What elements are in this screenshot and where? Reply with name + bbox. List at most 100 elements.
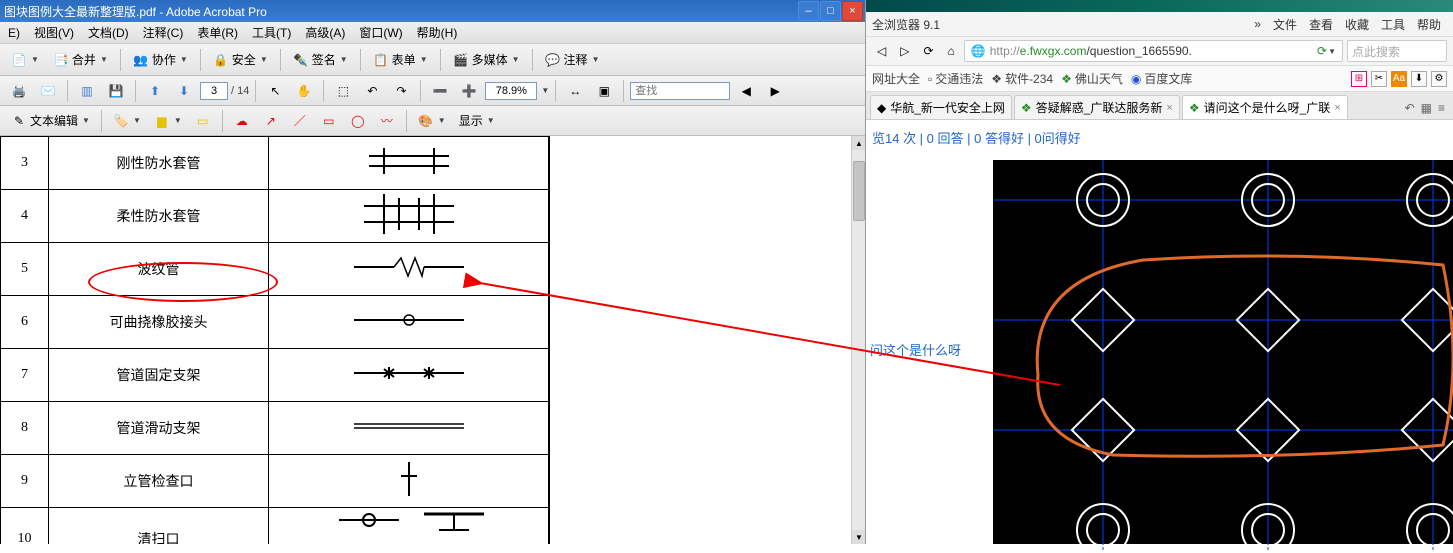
fit-width[interactable]: ↔ — [562, 80, 588, 102]
url-dropdown[interactable]: ▼ — [1328, 47, 1336, 56]
question-text: 问这个是什么呀 — [866, 340, 965, 359]
find-prev[interactable]: ◀ — [733, 80, 759, 102]
scroll-up-icon[interactable]: ▲ — [852, 136, 865, 150]
tabs-menu-icon[interactable]: ≡ — [1438, 101, 1445, 115]
page-up-button[interactable]: ⬆ — [142, 80, 168, 102]
stamp-icon: 🏷️ — [113, 113, 129, 129]
menu-comment[interactable]: 注释(C) — [139, 22, 188, 43]
address-bar[interactable]: 🌐 http://e.fwxgx.com/question_1665590. ⟳… — [964, 40, 1343, 62]
ext-down-icon[interactable]: ⬇ — [1411, 71, 1427, 87]
rotate-ccw[interactable]: ↶ — [359, 80, 385, 102]
zoom-out-button[interactable]: ➖ — [427, 80, 453, 102]
menu-help[interactable]: 帮助 — [1411, 16, 1447, 33]
collab-button[interactable]: 👥协作▼ — [128, 48, 193, 71]
multimedia-button[interactable]: 🎬多媒体▼ — [448, 48, 525, 71]
find-next[interactable]: ▶ — [762, 80, 788, 102]
menu-advanced[interactable]: 高级(A) — [301, 22, 349, 43]
fit-page[interactable]: ▣ — [591, 80, 617, 102]
note-button[interactable]: ▭ — [190, 110, 216, 132]
email-button[interactable]: ✉️ — [35, 80, 61, 102]
bookmark-item[interactable]: ❖软件-234 — [991, 70, 1053, 87]
tab[interactable]: ❖答疑解惑_广联达服务新× — [1014, 95, 1180, 119]
arrow-tool[interactable]: ↗ — [258, 110, 284, 132]
stamp-button[interactable]: 🏷️▼ — [108, 110, 146, 132]
menu-forms[interactable]: 表单(R) — [193, 22, 242, 43]
print-button[interactable]: 🖨️ — [6, 80, 32, 102]
toolbar-extras: ⊞ ✂ Aa ⬇ ⚙ — [1351, 71, 1447, 87]
bookmark-item[interactable]: 网址大全 — [872, 70, 920, 87]
create-button[interactable]: 📄▼ — [6, 49, 44, 71]
combine-button[interactable]: 📑合并▼ — [48, 48, 113, 71]
ext-cam-icon[interactable]: ✂ — [1371, 71, 1387, 87]
save-button[interactable]: 💾 — [103, 80, 129, 102]
tabs-grid-icon[interactable]: ▦ — [1421, 101, 1432, 115]
forward-button[interactable]: ▷ — [895, 41, 914, 61]
home-button[interactable]: ⌂ — [943, 41, 960, 61]
menu-document[interactable]: 文档(D) — [84, 22, 133, 43]
pencil-tool[interactable]: 〰 — [374, 110, 400, 132]
text-edit-button[interactable]: ✎文本编辑▼ — [6, 109, 95, 132]
maximize-button[interactable]: □ — [820, 1, 841, 21]
line-tool[interactable]: ／ — [287, 110, 313, 132]
show-button[interactable]: 显示▼ — [454, 109, 500, 132]
bookmark-item[interactable]: ◉百度文库 — [1131, 70, 1193, 87]
colorpicker-button[interactable]: 🎨▼ — [413, 110, 451, 132]
bookmark-item[interactable]: ❖佛山天气 — [1061, 70, 1123, 87]
zoom-dropdown[interactable]: ▼ — [541, 86, 549, 95]
ext-aa-icon[interactable]: Aa — [1391, 71, 1407, 87]
vertical-scrollbar[interactable]: ▲ ▼ — [851, 136, 865, 544]
plus-icon: 📄 — [11, 52, 27, 68]
highlight-button[interactable]: ▆▼ — [149, 110, 187, 132]
overflow-icon[interactable]: » — [1248, 17, 1267, 31]
close-tab-icon[interactable]: × — [1334, 102, 1340, 114]
menu-help[interactable]: 帮助(H) — [413, 22, 462, 43]
menu-view[interactable]: 查看 — [1303, 16, 1339, 33]
reload-button[interactable]: ⟳ — [918, 41, 938, 61]
back-button[interactable]: ◁ — [872, 41, 891, 61]
menu-view[interactable]: 视图(V) — [30, 22, 78, 43]
undo-tab-icon[interactable]: ↶ — [1405, 101, 1415, 115]
rect-tool[interactable]: ▭ — [316, 110, 342, 132]
rotate-cw[interactable]: ↷ — [388, 80, 414, 102]
acrobat-titlebar[interactable]: 图块图例大全最新整理版.pdf - Adobe Acrobat Pro – □ … — [0, 0, 865, 22]
zoom-input[interactable] — [485, 82, 537, 100]
forms-button[interactable]: 📋表单▼ — [368, 48, 433, 71]
ext-grid-icon[interactable]: ⊞ — [1351, 71, 1367, 87]
page-down-button[interactable]: ⬇ — [171, 80, 197, 102]
close-button[interactable]: × — [842, 1, 863, 21]
scroll-thumb[interactable] — [853, 161, 865, 221]
menu-window[interactable]: 窗口(W) — [355, 22, 406, 43]
bookmark-item[interactable]: ▫交通违法 — [928, 70, 983, 87]
tab[interactable]: ◆华航_新一代安全上网 — [870, 95, 1012, 119]
table-row: 7 管道固定支架 — [1, 349, 550, 402]
select-tool[interactable]: ↖ — [262, 80, 288, 102]
page-number-input[interactable] — [200, 82, 228, 100]
secure-button[interactable]: 🔒安全▼ — [208, 48, 273, 71]
scroll-down-icon[interactable]: ▼ — [852, 530, 865, 544]
zoom-in-button[interactable]: ➕ — [456, 80, 482, 102]
hand-tool[interactable]: ✋ — [291, 80, 317, 102]
pdf-page[interactable]: 3 刚性防水套管 4 柔性防水套管 5 波纹管 — [0, 136, 851, 544]
ext-gear-icon[interactable]: ⚙ — [1431, 71, 1447, 87]
menu-item[interactable]: E) — [4, 24, 24, 42]
close-tab-icon[interactable]: × — [1166, 102, 1172, 114]
minimize-button[interactable]: – — [798, 1, 819, 21]
sign-button[interactable]: ✒️签名▼ — [288, 48, 353, 71]
marquee-zoom[interactable]: ⬚ — [330, 80, 356, 102]
menu-tools[interactable]: 工具 — [1375, 16, 1411, 33]
find-input[interactable] — [630, 82, 730, 100]
menu-fav[interactable]: 收藏 — [1339, 16, 1375, 33]
search-box[interactable]: 点此搜索 — [1347, 40, 1447, 62]
refresh-sync-icon[interactable]: ⟳ — [1317, 44, 1327, 58]
table-row: 10 清扫口 平面 系统 — [1, 508, 550, 545]
menu-tools[interactable]: 工具(T) — [248, 22, 295, 43]
cloud-tool[interactable]: ☁ — [229, 110, 255, 132]
page-thumbs-button[interactable]: ▥ — [74, 80, 100, 102]
color-icon: 🎨 — [418, 113, 434, 129]
tab-active[interactable]: ❖请问这个是什么呀_广联× — [1182, 95, 1348, 119]
marquee-icon: ⬚ — [335, 83, 351, 99]
acrobat-window: 图块图例大全最新整理版.pdf - Adobe Acrobat Pro – □ … — [0, 0, 866, 544]
oval-tool[interactable]: ◯ — [345, 110, 371, 132]
comment-button[interactable]: 💬注释▼ — [540, 48, 605, 71]
menu-file[interactable]: 文件 — [1267, 16, 1303, 33]
